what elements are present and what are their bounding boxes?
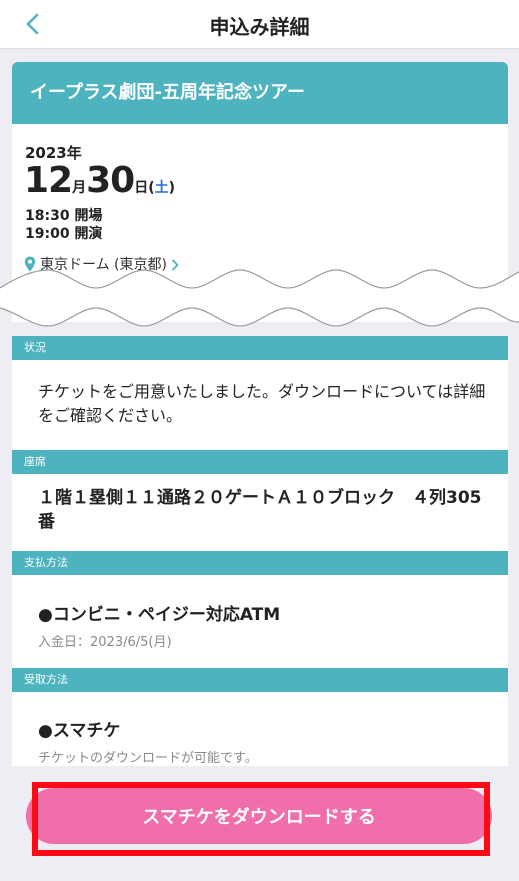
receive-section: ●スマチケ チケットのダウンロードが可能です。 xyxy=(38,716,498,766)
weekday-paren-close: ) xyxy=(168,180,176,196)
event-weekday: 土 xyxy=(154,180,169,196)
status-text: チケットをご用意いたしました。ダウンロードについては詳細をご確認ください。 xyxy=(38,382,486,425)
detail-card: 状況 チケットをご用意いたしました。ダウンロードについては詳細をご確認ください。… xyxy=(12,336,508,766)
open-time: 18:30 開場 xyxy=(25,208,103,224)
seat-label: 座席 xyxy=(12,450,508,474)
payment-date: 入金日：2023/6/5(月) xyxy=(38,635,172,650)
payment-method: ●コンビニ・ペイジー対応ATM xyxy=(38,605,281,625)
event-date: 12月30日(土) xyxy=(24,160,175,201)
payment-label: 支払方法 xyxy=(12,551,508,575)
wave-separator xyxy=(0,269,519,327)
header-bar: 申込み詳細 xyxy=(0,0,519,49)
start-time: 19:00 開演 xyxy=(25,226,103,242)
download-smart-ticket-button[interactable]: スマチケをダウンロードする xyxy=(26,788,492,844)
month-unit: 月 xyxy=(72,180,87,196)
day-unit: 日 xyxy=(134,180,149,196)
event-title: イープラス劇団-五周年記念ツアー xyxy=(12,62,508,124)
page-title: 申込み詳細 xyxy=(209,15,310,39)
receive-note: チケットのダウンロードが可能です。 xyxy=(38,751,258,766)
seat-text: １階１塁側１１通路２０ゲートＡ１０ブロック ４列305番 xyxy=(38,488,482,532)
receive-label: 受取方法 xyxy=(12,668,508,692)
status-label: 状況 xyxy=(12,336,508,360)
event-day: 30 xyxy=(86,160,135,201)
event-month: 12 xyxy=(24,160,73,201)
payment-section: ●コンビニ・ペイジー対応ATM 入金日：2023/6/5(月) xyxy=(38,600,498,650)
receive-method: ●スマチケ xyxy=(38,721,121,741)
